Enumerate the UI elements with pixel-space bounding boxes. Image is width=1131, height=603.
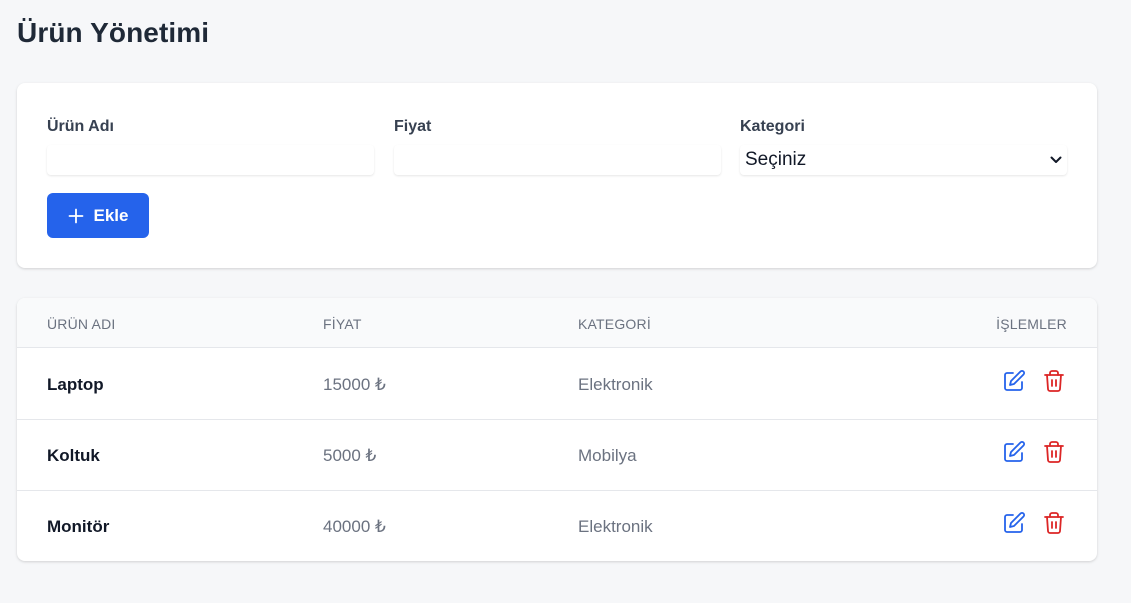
header-product-name: ÜRÜN ADI — [47, 316, 116, 332]
product-name-cell: Koltuk — [47, 446, 100, 465]
add-button-label: Ekle — [93, 205, 129, 225]
product-form-card: Ürün Adı Fiyat Kategori Seçiniz Ekle — [17, 83, 1097, 268]
edit-icon — [1004, 512, 1025, 533]
price-cell: 5000 ₺ — [323, 446, 377, 465]
edit-button[interactable] — [1002, 511, 1026, 535]
product-name-cell: Laptop — [47, 375, 104, 394]
header-price: FİYAT — [323, 316, 362, 332]
price-field: Fiyat — [394, 117, 721, 175]
product-name-label: Ürün Adı — [47, 118, 114, 135]
product-name-cell: Monitör — [47, 517, 110, 536]
edit-button[interactable] — [1002, 369, 1026, 393]
page-title: Ürün Yönetimi — [17, 17, 210, 48]
product-name-input[interactable] — [47, 145, 374, 175]
plus-icon — [68, 208, 83, 223]
edit-button[interactable] — [1002, 440, 1026, 464]
chevron-down-icon — [1050, 156, 1062, 163]
delete-button[interactable] — [1042, 369, 1066, 393]
category-cell: Elektronik — [578, 517, 653, 536]
delete-button[interactable] — [1042, 440, 1066, 464]
table-row: Koltuk 5000 ₺ Mobilya — [17, 420, 1097, 491]
trash-icon — [1044, 512, 1064, 534]
edit-icon — [1004, 441, 1025, 462]
add-button[interactable]: Ekle — [47, 193, 149, 238]
price-input[interactable] — [394, 145, 721, 175]
category-cell: Elektronik — [578, 375, 653, 394]
header-category: KATEGORİ — [578, 316, 651, 332]
category-selected-value: Seçiniz — [745, 149, 807, 170]
category-select[interactable]: Seçiniz — [740, 145, 1067, 175]
header-actions: İŞLEMLER — [996, 316, 1067, 332]
table-row: Monitör 40000 ₺ Elektronik — [17, 491, 1097, 561]
price-cell: 40000 ₺ — [323, 517, 386, 536]
products-table: ÜRÜN ADI FİYAT KATEGORİ İŞLEMLER Laptop … — [17, 298, 1097, 561]
price-label: Fiyat — [394, 118, 432, 135]
delete-button[interactable] — [1042, 511, 1066, 535]
table-header: ÜRÜN ADI FİYAT KATEGORİ İŞLEMLER — [17, 298, 1097, 348]
category-cell: Mobilya — [578, 446, 637, 465]
table-row: Laptop 15000 ₺ Elektronik — [17, 349, 1097, 420]
product-name-field: Ürün Adı — [47, 117, 374, 175]
trash-icon — [1044, 370, 1064, 392]
trash-icon — [1044, 441, 1064, 463]
category-label: Kategori — [740, 118, 805, 135]
price-cell: 15000 ₺ — [323, 375, 386, 394]
edit-icon — [1004, 370, 1025, 391]
category-field: Kategori Seçiniz — [740, 117, 1067, 175]
